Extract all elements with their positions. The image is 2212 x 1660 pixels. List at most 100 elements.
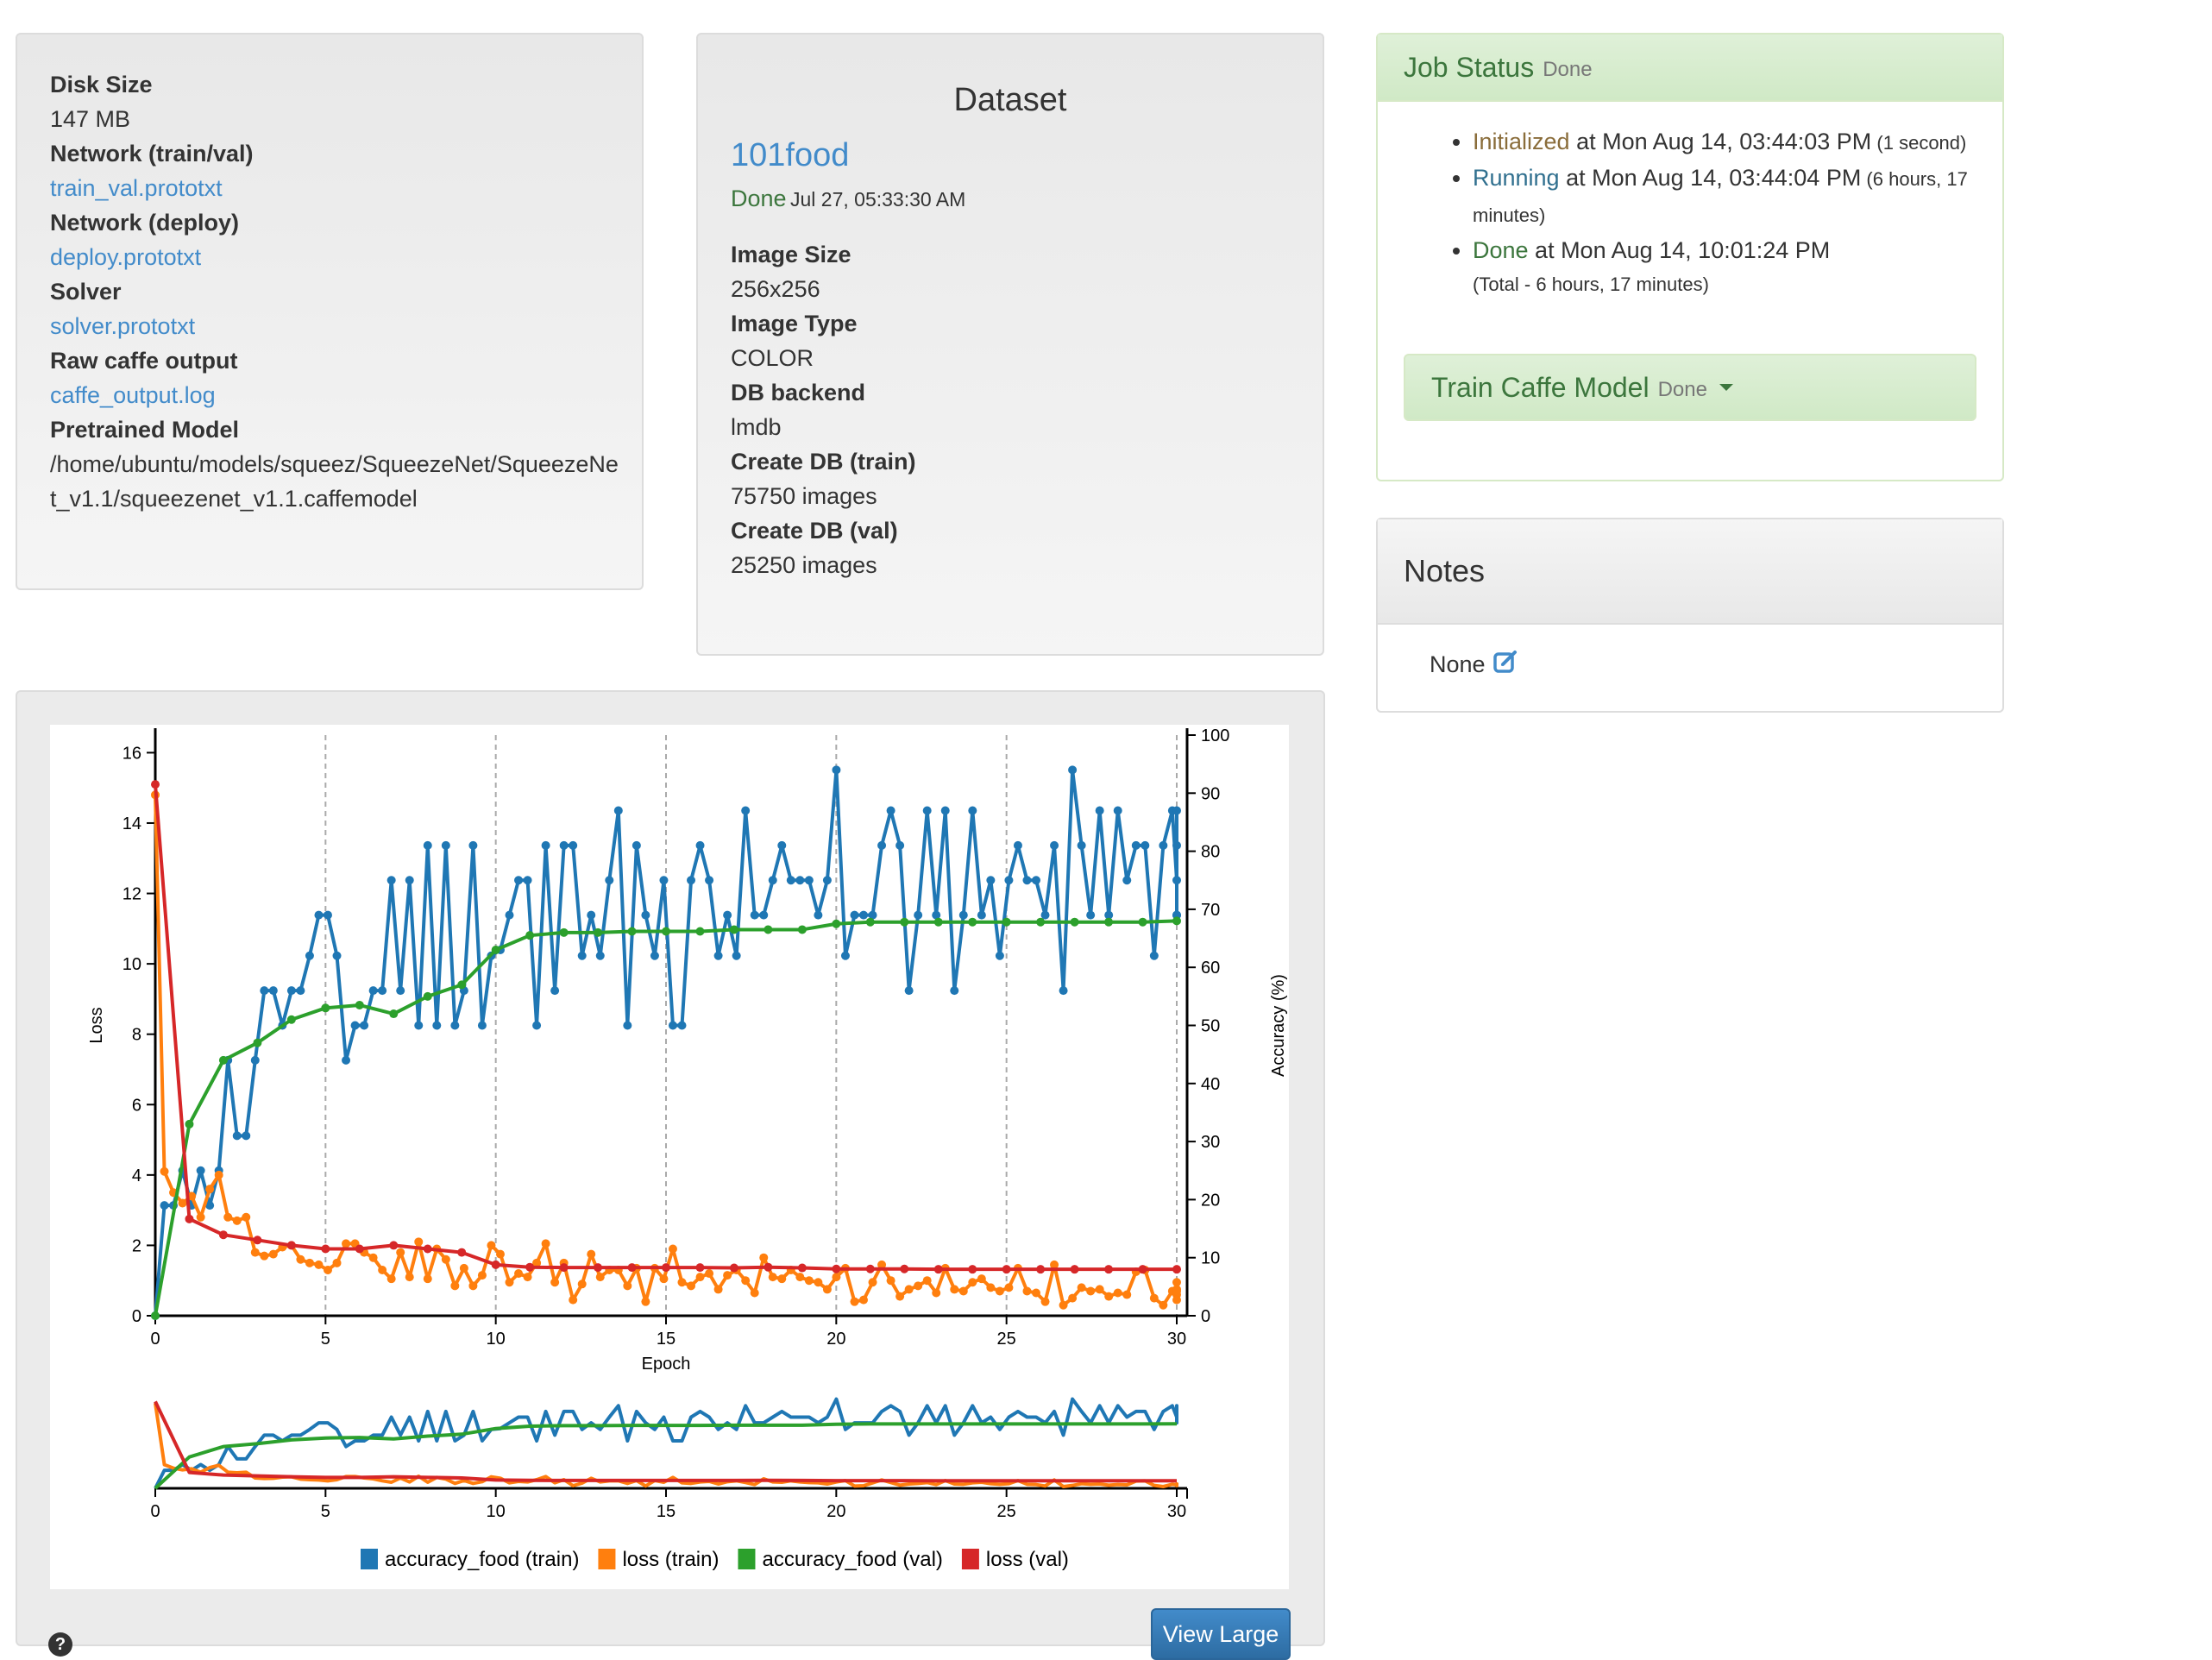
data-point [968,1265,977,1274]
data-point [368,1253,378,1262]
data-point [832,1264,841,1273]
y-right-tick-label: 80 [1201,843,1220,862]
view-large-button[interactable]: View Large [1151,1608,1291,1660]
data-point [260,1251,269,1261]
data-point [185,1119,194,1129]
dataset-info-value: 25250 images [731,552,877,578]
job-status-event: Running at Mon Aug 14, 03:44:04 PM (6 ho… [1473,160,1985,233]
event-state: Initialized [1473,129,1570,154]
dataset-name-link[interactable]: 101food [731,129,849,181]
data-point [286,1241,296,1250]
data-point [977,910,986,920]
data-point [350,1021,360,1030]
data-point [594,1263,603,1273]
data-point [1086,910,1096,920]
data-point [1104,917,1114,927]
job-status-header: Job Status Done [1378,35,2002,102]
data-point [1068,1293,1078,1303]
data-point [868,1278,877,1287]
data-point [968,917,977,927]
data-point [723,1271,732,1280]
model-file-link[interactable]: caffe_output.log [50,378,619,412]
y-left-tick-label: 8 [132,1026,141,1045]
data-point [732,951,741,960]
data-point [1077,1283,1086,1292]
data-point [253,1038,262,1047]
dataset-info-value: lmdb [731,414,782,440]
data-point [713,951,723,960]
data-point [1104,1265,1114,1274]
data-point [232,1131,242,1141]
notes-header: Notes [1378,519,2002,625]
data-point [627,927,637,936]
y-left-tick-label: 2 [132,1236,141,1255]
data-point [895,1292,905,1301]
data-point [151,780,160,789]
edit-icon[interactable] [1492,649,1518,681]
data-point [468,1281,478,1291]
data-point [242,1212,251,1222]
dataset-info-label: Image Size [731,242,851,267]
data-point [1059,1300,1068,1310]
data-point [900,1264,909,1273]
data-point [459,1263,468,1273]
data-point [1172,806,1181,815]
data-point [323,1265,332,1274]
model-file-link[interactable]: train_val.prototxt [50,171,619,205]
data-point [491,946,500,955]
data-point [360,1021,369,1030]
data-point [729,925,738,934]
model-info-value: 147 MB [50,106,131,132]
data-point [441,840,450,850]
data-point [859,910,869,920]
data-point [414,1237,424,1247]
data-point [795,876,805,885]
mini-series-line-0 [154,1397,1178,1489]
data-point [641,1297,650,1306]
data-point [1031,1288,1040,1298]
data-point [713,1285,723,1294]
y-right-tick-label: 90 [1201,784,1220,803]
data-point [477,1021,487,1030]
event-time: at Mon Aug 14, 10:01:24 PM [1528,237,1831,263]
data-point [1002,1265,1011,1274]
data-point [1031,876,1040,885]
model-file-link[interactable]: deploy.prototxt [50,240,619,274]
data-point [759,910,769,920]
data-point [505,910,514,920]
help-icon[interactable]: ? [48,1632,72,1657]
data-point [659,1274,669,1284]
data-point [940,806,950,815]
data-point [1104,1292,1114,1301]
data-point [786,876,795,885]
data-point [804,1276,814,1286]
chart-area: 0 5 10 15 20 25 30 Epoch 0 2 4 6 8 10 12 14 16 0 10 20 30 40 5… [50,725,1289,1589]
data-point [423,1274,432,1284]
data-point [457,1248,467,1257]
y-left-tick-label: 14 [123,814,141,833]
data-point [296,1254,305,1264]
data-point [160,1201,169,1210]
data-point [950,1285,959,1294]
data-point [1077,840,1086,850]
job-status-event: Done at Mon Aug 14, 10:01:24 PM (Total - … [1473,233,1985,302]
data-point [250,1248,260,1257]
model-file-link[interactable]: solver.prototxt [50,309,619,343]
y-right-tick-label: 0 [1201,1307,1210,1326]
data-point [1149,951,1159,960]
data-point [822,876,832,885]
data-point [904,1285,914,1294]
data-point [865,917,875,927]
legend-label: loss (val) [986,1548,1069,1571]
data-point [321,1244,330,1254]
train-caffe-model-task[interactable]: Train Caffe Model Done [1404,354,1976,421]
legend-swatch [738,1549,756,1569]
dataset-info-label: Image Type [731,311,858,336]
data-point [814,1278,823,1287]
data-point [1149,1293,1159,1303]
notes-panel: Notes None [1376,518,2004,713]
data-point [541,1239,550,1248]
data-point [268,1249,278,1259]
data-point [886,806,895,815]
dataset-title: Dataset [953,82,1067,118]
